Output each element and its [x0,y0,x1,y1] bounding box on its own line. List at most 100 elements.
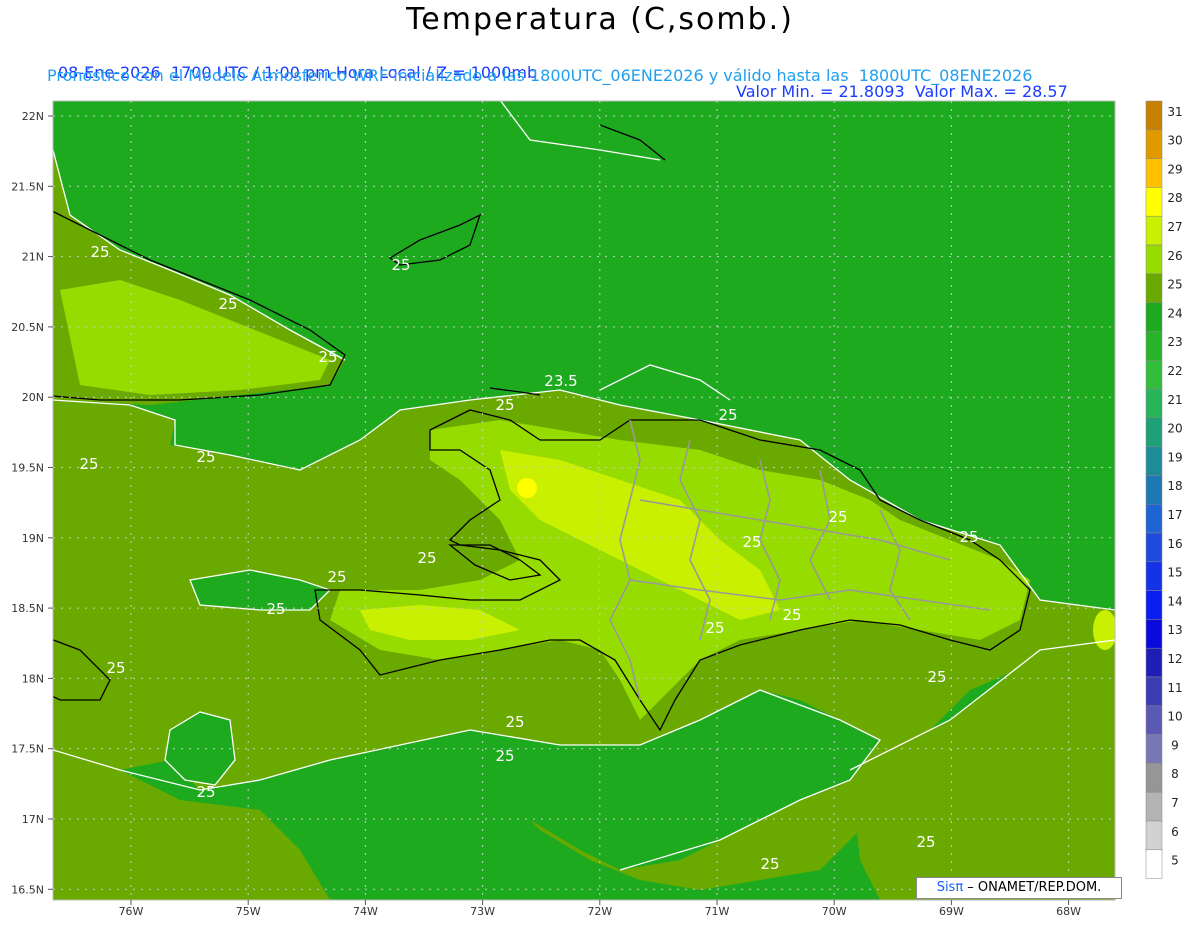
lat-tick-label: 19N [22,532,44,545]
lon-tick-label: 69W [939,905,964,918]
lon-tick-label: 75W [236,905,261,918]
colorbar-label: 11 [1167,681,1182,695]
lon-tick-label: 70W [822,905,847,918]
colorbar-label: 28 [1167,191,1182,205]
contour-label: 25 [705,619,724,637]
colorbar-swatch [1145,705,1163,735]
contour-label: 25 [495,396,514,414]
lon-tick-label: 68W [1056,905,1081,918]
lon-tick-label: 74W [353,905,378,918]
colorbar-swatch [1145,129,1163,159]
credit-box: Sisπ – ONAMET/REP.DOM. [916,877,1122,899]
contour-label: 25 [266,600,285,618]
colorbar-swatch [1145,158,1163,188]
contour-label: 25 [782,606,801,624]
lat-tick-label: 18.5N [11,602,44,615]
colorbar-swatch [1145,331,1163,361]
contour-label: 25 [495,747,514,765]
credit-text: – ONAMET/REP.DOM. [963,880,1102,895]
lat-tick-label: 17N [22,813,44,826]
lon-tick-label: 72W [587,905,612,918]
contour-label: 25 [417,549,436,567]
colorbar-label: 25 [1167,278,1182,292]
colorbar-label: 7 [1171,796,1179,810]
colorbar-swatch [1145,100,1163,131]
colorbar-swatch [1145,273,1163,303]
contour-label: 25 [927,668,946,686]
contour-label: 25 [959,528,978,546]
longitude-axis: 76W 75W 74W 73W 72W 71W 70W 69W 68W [119,900,1081,918]
contour-label: 23.5 [544,372,577,390]
colorbar-label: 5 [1171,854,1179,868]
temperature-map: 25 25 25 25 25 25 23.5 25 25 25 25 25 25 25 25 25 25 25 25… [11,100,1183,918]
contour-label: 25 [79,455,98,473]
colorbar-label: 16 [1167,537,1182,551]
colorbar-label: 8 [1171,767,1179,781]
colorbar-label: 26 [1167,249,1182,263]
contour-label: 25 [916,833,935,851]
latitude-axis: 22N 21.5N 21N 20.5N 20N 19.5N 19N 18.5N 18N 17.5N… [11,110,53,896]
colorbar-swatch [1145,820,1163,851]
colorbar-label: 29 [1167,162,1182,176]
colorbar-swatch [1145,359,1163,390]
colorbar-label: 24 [1167,306,1182,320]
colorbar-label: 27 [1167,220,1182,234]
contour-label: 25 [718,406,737,424]
contour-label: 25 [196,448,215,466]
colorbar-swatch [1145,590,1163,620]
colorbar-label: 10 [1167,710,1182,724]
colorbar-swatch [1145,244,1163,275]
colorbar-swatch [1145,388,1163,419]
colorbar-swatch [1145,302,1163,332]
colorbar-label: 9 [1171,738,1179,752]
contour-label: 25 [505,713,524,731]
colorbar-label: 12 [1167,652,1182,666]
contour-label: 25 [742,533,761,551]
contour-label: 25 [828,508,847,526]
colorbar-label: 20 [1167,422,1182,436]
colorbar-swatch [1145,647,1163,678]
contour-label: 25 [106,659,125,677]
colorbar-label: 22 [1167,364,1182,378]
contour-label: 25 [218,295,237,313]
lat-tick-label: 16.5N [11,883,44,896]
colorbar-label: 17 [1167,508,1182,522]
colorbar-swatch [1145,503,1163,534]
lat-tick-label: 21N [22,251,44,264]
colorbar-swatch [1145,475,1163,505]
colorbar-swatch [1145,187,1163,217]
contour-label: 25 [391,256,410,274]
lon-tick-label: 71W [705,905,730,918]
colorbar-label: 31 [1167,105,1182,119]
lon-tick-label: 73W [470,905,495,918]
colorbar-label: 6 [1171,825,1179,839]
colorbar-swatch [1145,734,1163,764]
colorbar-label: 21 [1167,393,1182,407]
colorbar-swatch [1145,849,1163,879]
lat-tick-label: 17.5N [11,743,44,756]
contour-label: 25 [760,855,779,873]
plot-area: 25 25 25 25 25 25 23.5 25 25 25 25 25 25 25 25 25 25 25 25… [53,101,1115,900]
warm-spot-east [1093,610,1115,650]
colorbar-swatch [1145,215,1163,246]
contour-label: 25 [196,783,215,801]
contour-label: 25 [327,568,346,586]
colorbar-swatch [1145,561,1163,591]
max-temp-hotspot [517,478,537,498]
lat-tick-label: 22N [22,110,44,123]
lon-tick-label: 76W [119,905,144,918]
lat-tick-label: 21.5N [11,180,44,193]
colorbar-label: 30 [1167,134,1182,148]
colorbar: 31 30 29 28 27 26 25 24 23 22 21 20 19 18 17 16 15 14 13 12… [1145,100,1183,879]
colorbar-swatch [1145,791,1163,822]
colorbar-label: 19 [1167,450,1182,464]
colorbar-swatch [1145,446,1163,476]
colorbar-swatch [1145,532,1163,563]
colorbar-label: 23 [1167,335,1182,349]
colorbar-label: 13 [1167,623,1182,637]
lat-tick-label: 20.5N [11,321,44,334]
colorbar-label: 18 [1167,479,1182,493]
contour-label: 25 [318,348,337,366]
contour-label: 25 [90,243,109,261]
lat-tick-label: 19.5N [11,462,44,475]
